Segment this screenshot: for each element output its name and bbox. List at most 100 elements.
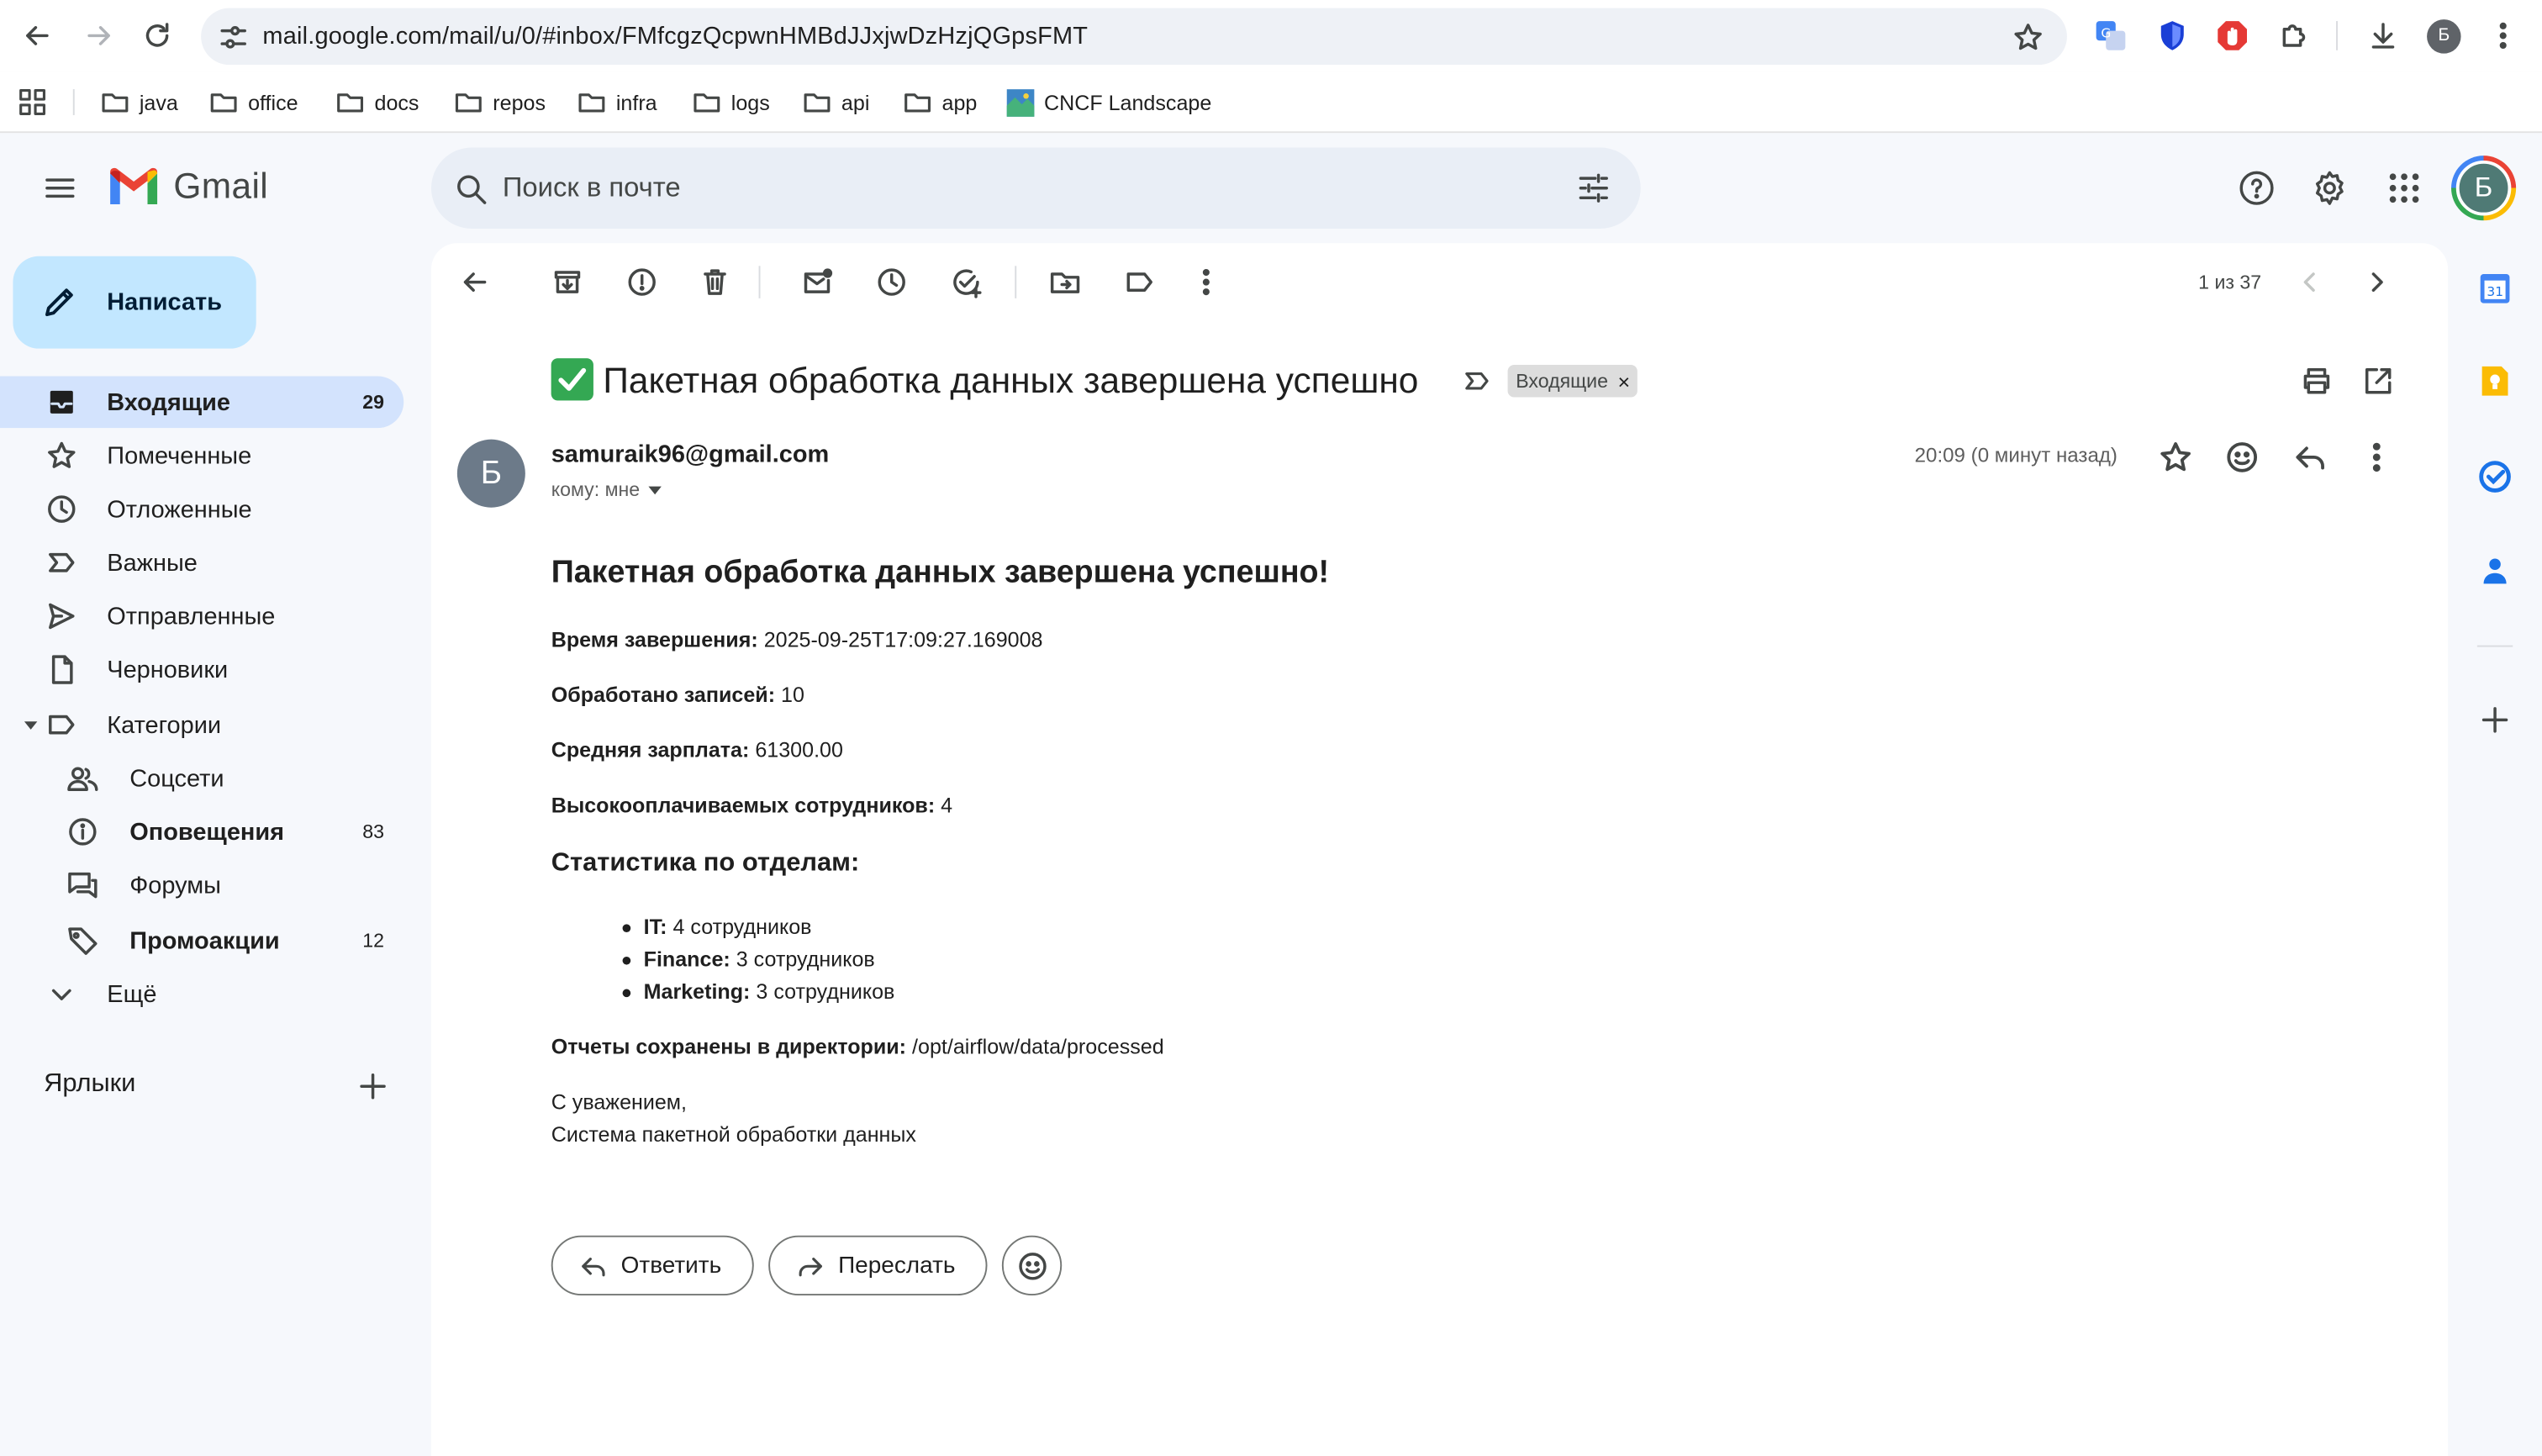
settings-gear-icon[interactable] xyxy=(2310,169,2349,208)
browser-menu-icon[interactable] xyxy=(2487,19,2519,52)
emoji-react-button[interactable] xyxy=(1001,1235,1063,1296)
reply-icon[interactable] xyxy=(2292,440,2328,475)
bookmark-infra[interactable]: infra xyxy=(577,86,657,119)
sidebar-item-more[interactable]: Ещё xyxy=(0,968,403,1020)
adblock-extension-icon[interactable] xyxy=(2216,19,2249,52)
star-icon[interactable] xyxy=(2158,440,2193,475)
processed-value: 10 xyxy=(781,682,804,707)
archive-icon[interactable] xyxy=(551,266,584,298)
apps-grid-icon[interactable] xyxy=(18,87,47,117)
average-salary-line: Средняя зарплата: 61300.00 xyxy=(551,738,843,762)
search-input[interactable] xyxy=(502,170,1541,206)
bookmark-repos[interactable]: repos xyxy=(454,86,546,119)
sidebar-item-sent[interactable]: Отправленные xyxy=(0,590,403,642)
address-bar[interactable]: mail.google.com/mail/u/0/#inbox/FMfcgzQc… xyxy=(201,8,2067,66)
emoji-smile-icon xyxy=(1019,1253,1047,1280)
unread-count: 12 xyxy=(362,929,385,952)
reply-arrow-icon xyxy=(582,1257,605,1276)
collapse-caret-icon[interactable] xyxy=(24,721,38,730)
compose-button[interactable]: Написать xyxy=(13,256,256,349)
bookmark-api[interactable]: api xyxy=(803,86,869,119)
url-text[interactable]: mail.google.com/mail/u/0/#inbox/FMfcgzQc… xyxy=(262,23,1088,50)
back-to-inbox-icon[interactable] xyxy=(459,266,492,298)
toolbar-separator xyxy=(2336,21,2338,50)
sidebar-item-label: Важные xyxy=(107,549,198,578)
account-avatar[interactable]: Б xyxy=(2455,160,2512,216)
calendar-app-icon[interactable]: 31 xyxy=(2479,272,2512,305)
mark-unread-icon[interactable] xyxy=(801,266,834,298)
label-as-icon[interactable] xyxy=(1123,266,1156,298)
info-icon xyxy=(69,818,97,846)
move-to-folder-icon[interactable] xyxy=(1049,266,1082,298)
bookmark-office[interactable]: office xyxy=(209,86,298,119)
print-icon[interactable] xyxy=(2301,365,2334,398)
browser-profile-avatar[interactable]: Б xyxy=(2427,19,2461,54)
reload-icon[interactable] xyxy=(141,19,174,52)
forward-button[interactable]: Переслать xyxy=(768,1235,988,1296)
remove-label-icon[interactable]: × xyxy=(1618,369,1631,393)
shield-extension-icon[interactable] xyxy=(2156,19,2189,52)
toolbar-separator xyxy=(1015,266,1017,298)
back-arrow-icon[interactable] xyxy=(21,19,54,52)
bookmark-docs[interactable]: docs xyxy=(335,86,419,119)
main-menu-icon[interactable] xyxy=(42,171,77,206)
sidebar-item-label: Категории xyxy=(107,711,222,740)
bookmark-star-icon[interactable] xyxy=(2012,21,2044,54)
search-options-icon[interactable] xyxy=(1576,171,1611,206)
forward-arrow-icon[interactable] xyxy=(82,19,115,52)
open-new-window-icon[interactable] xyxy=(2362,365,2395,398)
downloads-icon[interactable] xyxy=(2367,19,2400,52)
extensions-puzzle-icon[interactable] xyxy=(2278,19,2311,52)
translate-extension-icon[interactable]: G xyxy=(2095,19,2128,52)
report-spam-icon[interactable] xyxy=(625,266,658,298)
sender-avatar[interactable]: Б xyxy=(456,439,525,508)
folder-icon xyxy=(804,93,831,113)
google-apps-icon[interactable] xyxy=(2385,169,2423,208)
trash-icon[interactable] xyxy=(699,266,731,298)
snooze-clock-icon[interactable] xyxy=(875,266,908,298)
gmail-app-window: mail.google.com/mail/u/0/#inbox/FMfcgzQc… xyxy=(0,0,2542,1456)
sidebar-item-social[interactable]: Соцсети xyxy=(0,752,403,804)
details-caret-icon[interactable] xyxy=(647,485,662,494)
bookmark-logs[interactable]: logs xyxy=(692,86,770,119)
gmail-logo[interactable]: Gmail xyxy=(107,166,268,208)
signoff-line: С уважением, xyxy=(551,1089,688,1115)
sidebar-item-updates[interactable]: Оповещения 83 xyxy=(0,806,403,858)
help-icon[interactable] xyxy=(2237,169,2276,208)
sidebar-item-important[interactable]: Важные xyxy=(0,536,403,588)
sidebar-item-starred[interactable]: Помеченные xyxy=(0,430,403,482)
tasks-app-icon[interactable] xyxy=(2479,461,2512,493)
account-avatar-ring[interactable]: Б xyxy=(2450,156,2517,221)
sidebar-item-drafts[interactable]: Черновики xyxy=(0,644,403,696)
gmail-logo-text: Gmail xyxy=(173,165,269,206)
site-settings-icon[interactable] xyxy=(217,21,250,54)
highpaid-employees-line: Высокооплачиваемых сотрудников: 4 xyxy=(551,793,952,817)
add-label-plus-icon[interactable] xyxy=(356,1070,389,1103)
next-chevron-icon[interactable] xyxy=(2360,266,2393,298)
important-label-icon xyxy=(49,552,75,572)
search-icon[interactable] xyxy=(454,171,489,207)
more-vert-icon[interactable] xyxy=(2359,440,2394,475)
previous-chevron-icon[interactable] xyxy=(2294,266,2327,298)
bookmark-cncf-landscape[interactable]: CNCF Landscape xyxy=(1006,86,1211,119)
add-task-icon[interactable] xyxy=(950,266,983,298)
important-marker-icon[interactable] xyxy=(1463,367,1492,396)
more-vert-icon[interactable] xyxy=(1190,266,1223,298)
bookmark-app[interactable]: app xyxy=(903,86,977,119)
emoji-reaction-icon[interactable] xyxy=(2224,440,2260,475)
reply-button[interactable]: Ответить xyxy=(551,1235,754,1296)
sidebar-item-snoozed[interactable]: Отложенные xyxy=(0,483,403,535)
inbox-label-chip: Входящие × xyxy=(1507,364,1637,398)
sidebar-item-inbox[interactable]: Входящие 29 xyxy=(0,376,404,429)
contacts-app-icon[interactable] xyxy=(2479,555,2512,588)
department-value: 3 сотрудников xyxy=(736,947,875,972)
recipients-details[interactable]: кому: мне xyxy=(551,478,662,501)
sidebar-item-categories[interactable]: Категории xyxy=(0,699,403,751)
keep-app-icon[interactable] xyxy=(2479,365,2512,398)
sidebar-item-forums[interactable]: Форумы xyxy=(0,859,403,911)
sidebar-item-promotions[interactable]: Промоакции 12 xyxy=(0,915,403,967)
department-value: 4 сотрудников xyxy=(672,914,812,939)
bookmark-java[interactable]: java xyxy=(101,86,178,119)
get-addons-plus-icon[interactable] xyxy=(2479,704,2512,736)
sender-email[interactable]: samuraik96@gmail.com xyxy=(551,441,830,469)
